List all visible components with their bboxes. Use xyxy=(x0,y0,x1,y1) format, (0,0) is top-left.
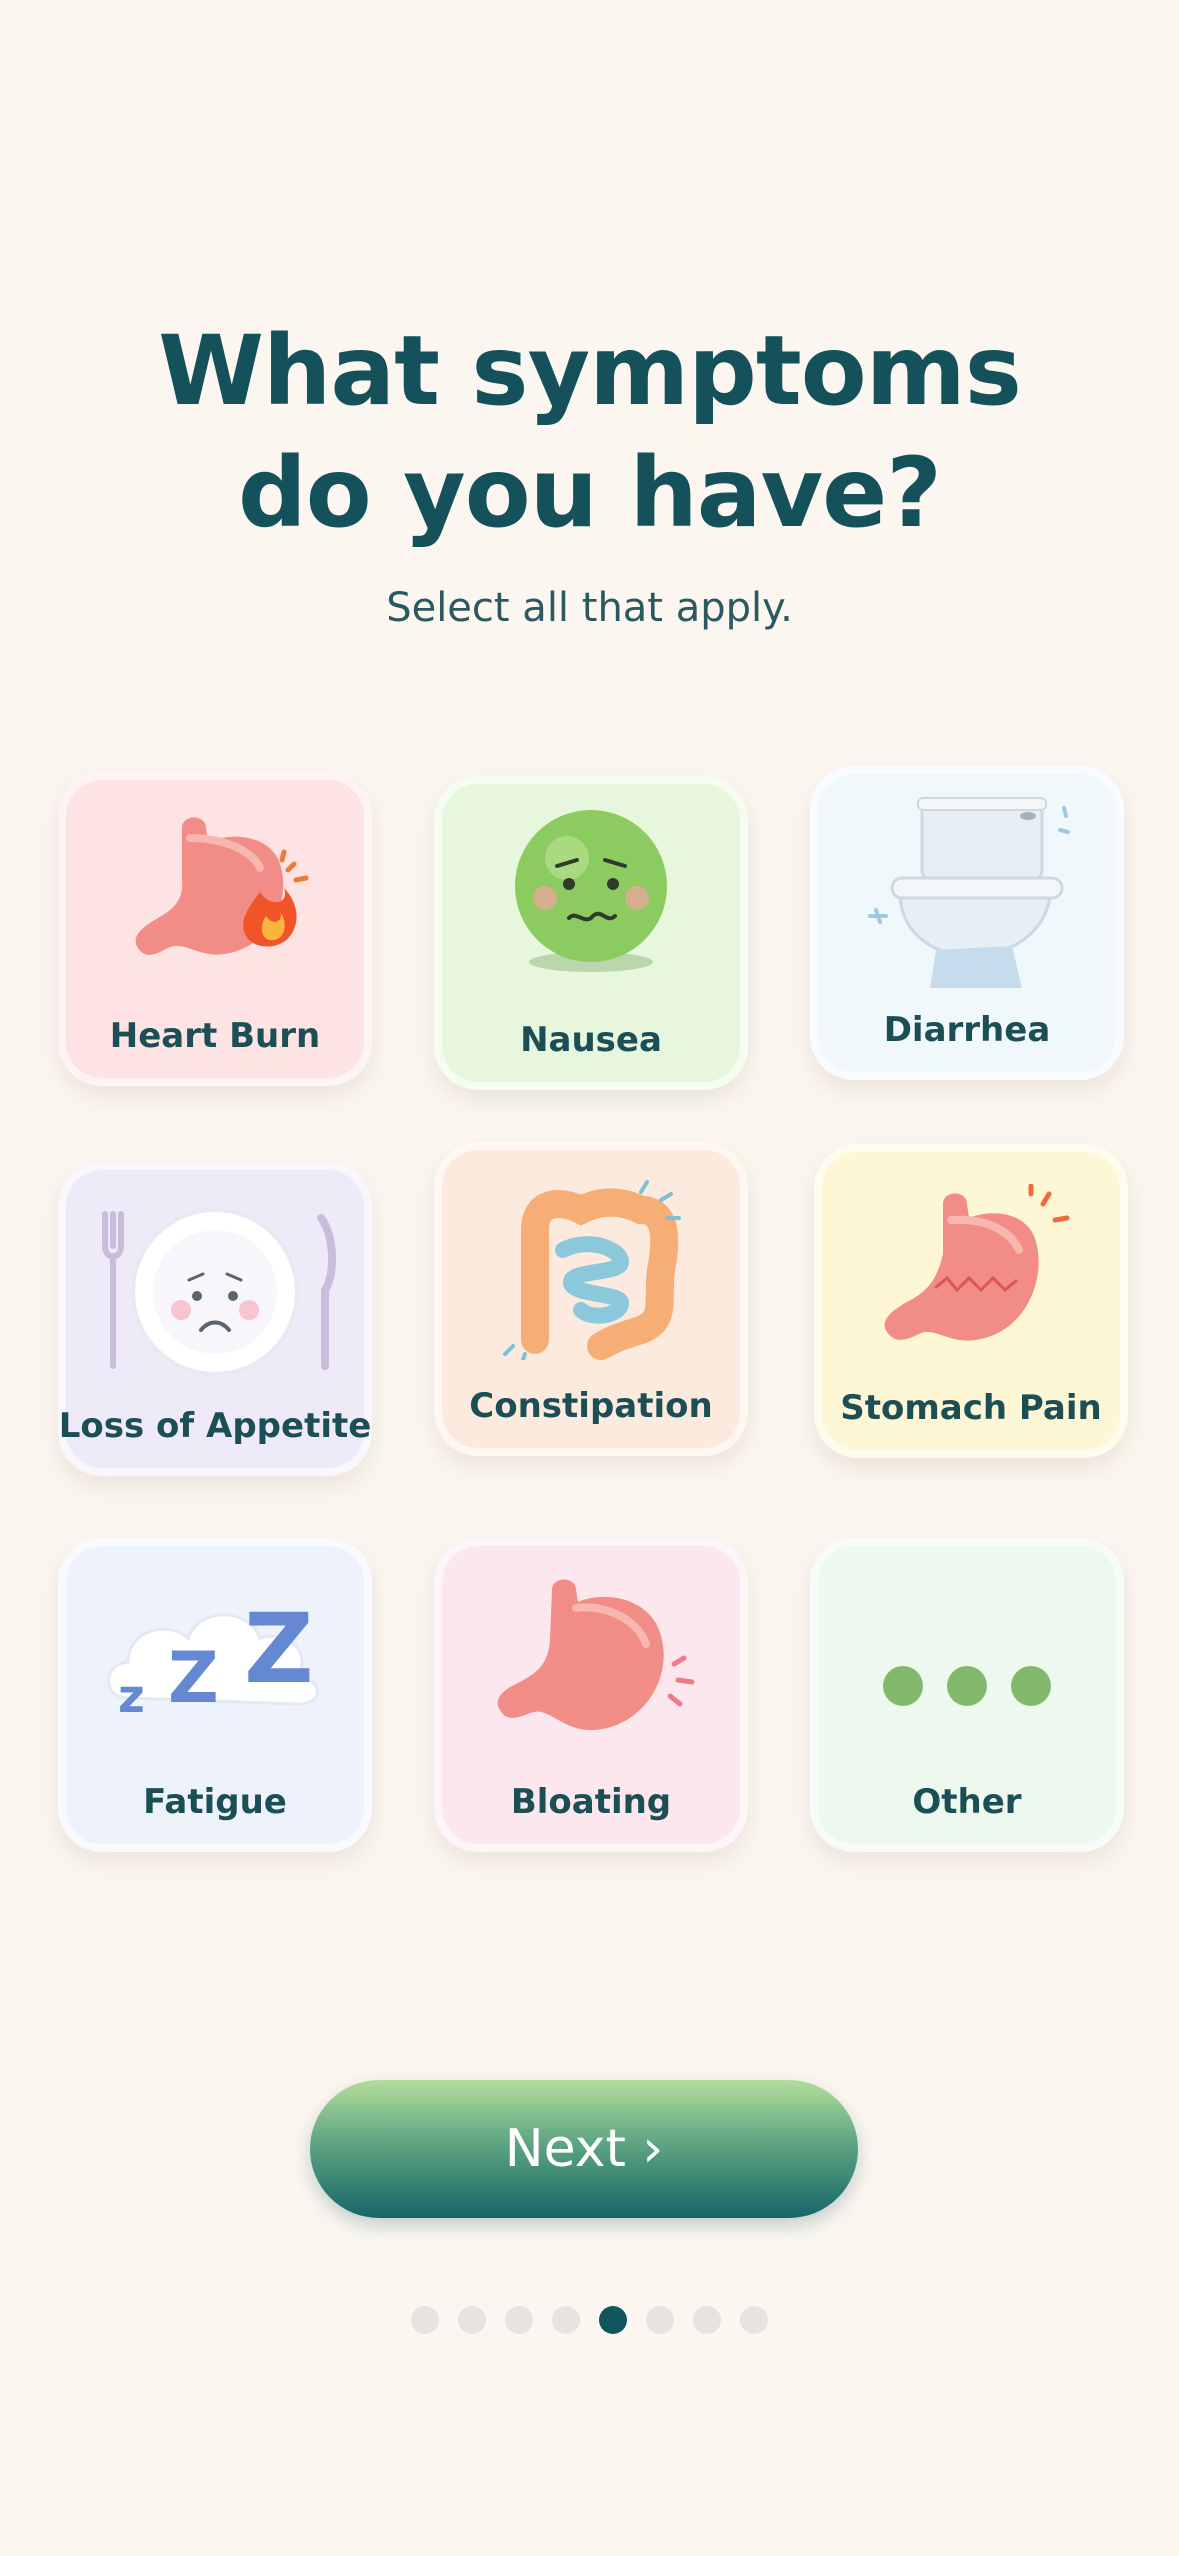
symptom-card-stomach-pain[interactable]: Stomach Pain xyxy=(814,1144,1128,1458)
title-line-1: What symptoms xyxy=(158,315,1022,427)
pagination-dots xyxy=(0,2306,1179,2334)
stomach-pain-icon xyxy=(884,1184,1070,1341)
bloated-stomach-icon xyxy=(497,1579,695,1730)
page-dot-active xyxy=(599,2306,627,2334)
symptom-label: Fatigue xyxy=(143,1782,287,1822)
page-dot xyxy=(411,2306,439,2334)
symptom-label: Nausea xyxy=(520,1020,662,1060)
symptom-label: Loss of Appetite xyxy=(58,1406,372,1446)
next-button[interactable]: Next › xyxy=(310,2080,858,2218)
symptom-label: Bloating xyxy=(510,1782,672,1822)
page-subtitle: Select all that apply. xyxy=(386,585,793,631)
sad-plate-icon xyxy=(102,1208,337,1376)
page-dot xyxy=(505,2306,533,2334)
symptom-card-constipation[interactable]: Constipation xyxy=(434,1142,748,1456)
svg-text:Z: Z xyxy=(168,1637,219,1719)
symptom-card-other[interactable]: Other xyxy=(810,1538,1124,1852)
nauseous-face-icon xyxy=(515,810,667,972)
symptom-card-nausea[interactable]: Nausea xyxy=(434,776,748,1090)
symptom-card-heart-burn[interactable]: Heart Burn xyxy=(58,772,372,1086)
page-dot xyxy=(552,2306,580,2334)
intestine-icon xyxy=(503,1180,681,1360)
svg-text:z: z xyxy=(118,1669,145,1723)
symptom-card-bloating[interactable]: Bloating xyxy=(434,1538,748,1852)
stomach-fire-icon xyxy=(135,817,309,955)
symptom-label: Heart Burn xyxy=(109,1016,321,1056)
symptom-card-diarrhea[interactable]: Diarrhea xyxy=(810,766,1124,1080)
page-dot xyxy=(646,2306,674,2334)
symptom-label: Diarrhea xyxy=(883,1010,1051,1050)
page-dot xyxy=(693,2306,721,2334)
page-dot xyxy=(458,2306,486,2334)
symptom-card-loss-of-appetite[interactable]: Loss of Appetite xyxy=(58,1162,372,1476)
symptom-card-fatigue[interactable]: z Z Z Fatigue xyxy=(58,1538,372,1852)
page-title: What symptoms do you have? xyxy=(0,310,1179,554)
symptom-label: Constipation xyxy=(469,1386,713,1426)
symptom-label: Other xyxy=(912,1782,1022,1822)
three-dots-icon xyxy=(883,1666,1051,1706)
title-line-2: do you have? xyxy=(238,437,942,549)
svg-text:Z: Z xyxy=(244,1593,314,1705)
page-dot xyxy=(740,2306,768,2334)
toilet-icon xyxy=(868,797,1070,988)
zzz-cloud-icon: z Z Z xyxy=(107,1593,319,1723)
symptom-label: Stomach Pain xyxy=(840,1388,1102,1428)
